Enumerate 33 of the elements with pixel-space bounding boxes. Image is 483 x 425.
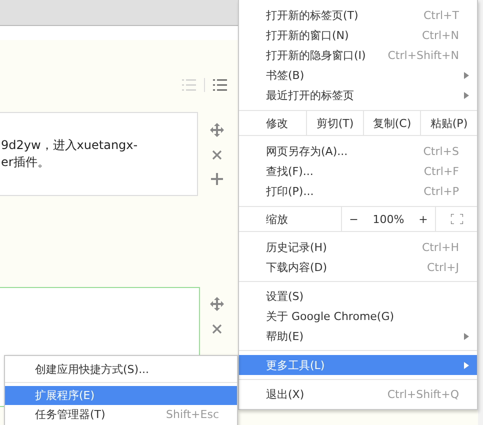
menu-item[interactable]: 帮助(E) (239, 326, 477, 346)
menu-item[interactable]: 退出(X) Ctrl+Shift+Q (239, 384, 477, 404)
menu-item[interactable]: 打开新的隐身窗口(I) Ctrl+Shift+N (239, 45, 477, 65)
zoom-value: 100% (372, 212, 404, 226)
edit-button[interactable]: 复制(C) (363, 111, 420, 135)
text-line: er插件。 (1, 154, 50, 171)
close-icon[interactable] (212, 150, 222, 160)
close-icon[interactable] (212, 324, 222, 334)
zoom-in-button[interactable]: + (418, 212, 428, 226)
add-icon[interactable] (211, 173, 223, 185)
bullet-list-icon[interactable] (213, 79, 227, 91)
menu-item[interactable]: 书签(B) (239, 65, 477, 85)
menu-item[interactable]: 任务管理器(T) Shift+Esc (5, 405, 237, 424)
edit-button[interactable]: 剪切(T) (306, 111, 363, 135)
menu-item[interactable]: 下载内容(D) Ctrl+J (239, 257, 477, 277)
fullscreen-icon[interactable] (450, 214, 462, 224)
zoom-label: 缩放 (265, 212, 289, 228)
edit-button[interactable]: 粘贴(P) (420, 111, 477, 135)
move-icon[interactable] (210, 297, 224, 311)
menu-item[interactable]: 查找(F)... Ctrl+F (239, 161, 477, 181)
menu-item[interactable]: 关于 Google Chrome(G) (239, 306, 477, 326)
menu-item[interactable]: 打印(P)... Ctrl+P (239, 181, 477, 201)
menu-item[interactable]: 网页另存为(A)... Ctrl+S (239, 141, 477, 161)
edit-label: 修改 (265, 116, 289, 132)
move-icon[interactable] (210, 123, 224, 137)
menu-item[interactable]: 设置(S) (239, 286, 477, 306)
menu-item[interactable]: 打开新的标签页(T) Ctrl+T (239, 5, 477, 25)
menu-item[interactable]: 创建应用快捷方式(S)... (5, 360, 237, 379)
menu-item[interactable]: 最近打开的标签页 (239, 85, 477, 105)
menu-item[interactable]: 历史记录(H) Ctrl+H (239, 237, 477, 257)
zoom-out-button[interactable]: − (349, 212, 358, 226)
menu-item[interactable]: 打开新的窗口(N) Ctrl+N (239, 25, 477, 45)
text-line: 9d2yw，进入xuetangx- (1, 137, 139, 154)
